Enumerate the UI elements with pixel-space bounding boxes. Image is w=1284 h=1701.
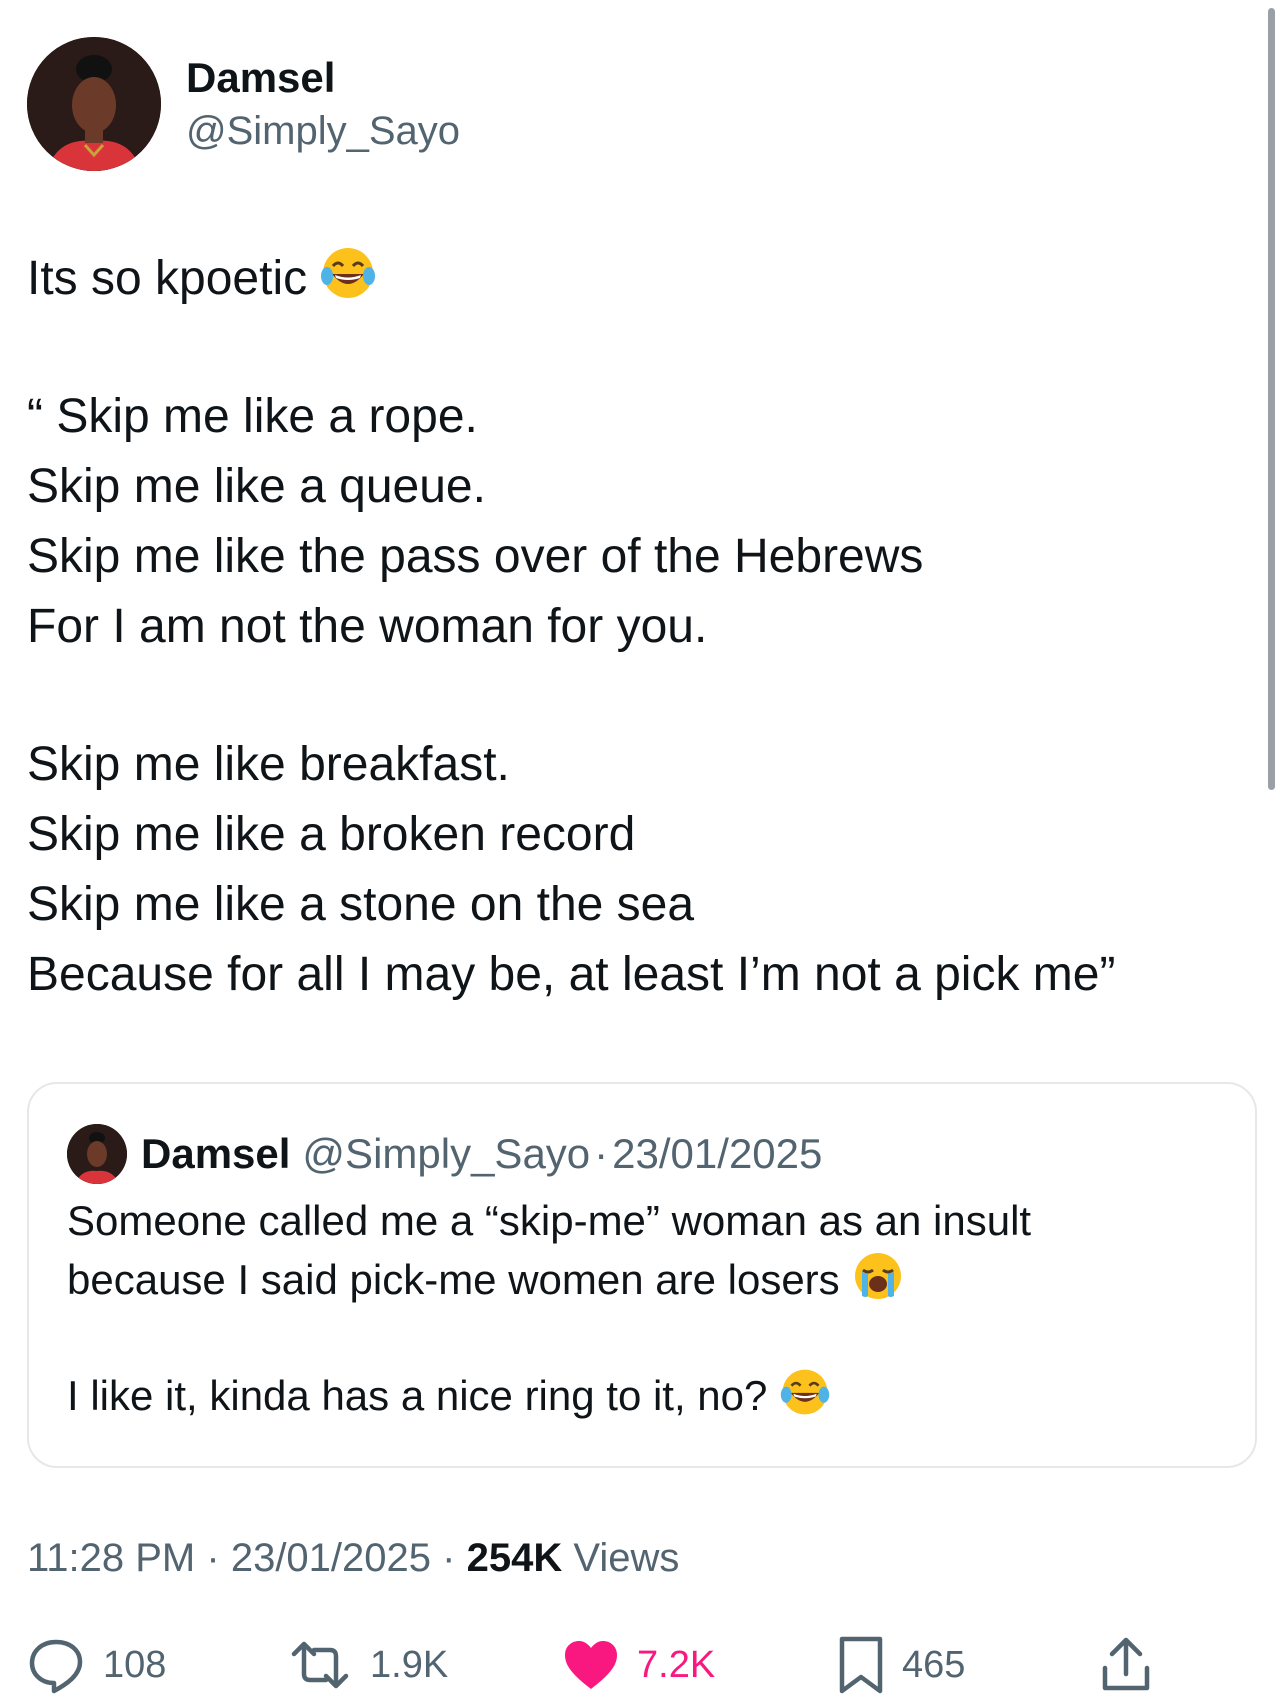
repost-icon bbox=[291, 1641, 349, 1689]
tweet-line: For I am not the woman for you. bbox=[27, 600, 708, 653]
bookmark-button[interactable]: 465 bbox=[838, 1630, 965, 1700]
views-label: Views bbox=[573, 1536, 680, 1580]
meta-separator: · bbox=[206, 1536, 220, 1580]
quoted-display-name: Damsel bbox=[141, 1130, 291, 1177]
quoted-separator: · bbox=[594, 1130, 609, 1177]
tweet-line: Skip me like a broken record bbox=[27, 808, 636, 861]
reply-count: 108 bbox=[103, 1643, 167, 1686]
tweet-line: Skip me like a stone on the sea bbox=[27, 878, 695, 931]
like-button[interactable]: 7.2K bbox=[563, 1630, 715, 1700]
quoted-line: I like it, kinda has a nice ring to it, … bbox=[67, 1366, 1217, 1424]
face-with-tears-of-joy-icon bbox=[319, 244, 377, 322]
repost-button[interactable]: 1.9K bbox=[288, 1630, 448, 1700]
heart-icon bbox=[565, 1641, 617, 1689]
action-bar: 108 1.9K 7.2K 465 bbox=[0, 1630, 1284, 1700]
avatar[interactable] bbox=[27, 37, 161, 171]
reply-icon bbox=[29, 1639, 83, 1694]
tweet-line: Its so kpoetic bbox=[27, 244, 1247, 314]
tweet-meta: 11:28 PM · 23/01/2025 · 254K Views bbox=[27, 1536, 679, 1581]
quoted-text: Someone called me a “skip-me” woman as a… bbox=[67, 1192, 1217, 1424]
handle[interactable]: @Simply_Sayo bbox=[186, 105, 460, 157]
tweet-line: “ Skip me like a rope. bbox=[27, 390, 478, 443]
quoted-handle: @Simply_Sayo bbox=[302, 1130, 591, 1177]
tweet-time[interactable]: 11:28 PM bbox=[27, 1536, 195, 1580]
quoted-line: because I said pick-me women are losers bbox=[67, 1250, 1217, 1308]
bookmark-icon bbox=[839, 1636, 883, 1694]
tweet-header: Damsel @Simply_Sayo bbox=[27, 37, 460, 171]
reply-button[interactable]: 108 bbox=[27, 1630, 166, 1700]
scrollbar[interactable] bbox=[1268, 8, 1275, 790]
like-count: 7.2K bbox=[637, 1643, 716, 1686]
meta-separator: · bbox=[442, 1536, 456, 1580]
display-name[interactable]: Damsel bbox=[186, 51, 460, 105]
quoted-tweet[interactable]: Damsel @Simply_Sayo · 23/01/2025 Someone… bbox=[27, 1082, 1257, 1468]
repost-count: 1.9K bbox=[370, 1643, 449, 1686]
views-count: 254K bbox=[466, 1536, 563, 1580]
quoted-header: Damsel @Simply_Sayo · 23/01/2025 bbox=[67, 1124, 822, 1184]
bookmark-count: 465 bbox=[902, 1643, 966, 1686]
tweet-line: Skip me like a queue. bbox=[27, 460, 486, 513]
tweet-line: Skip me like breakfast. bbox=[27, 738, 510, 791]
tweet-line: Because for all I may be, at least I’m n… bbox=[27, 948, 1116, 1001]
quoted-line: Someone called me a “skip-me” woman as a… bbox=[67, 1197, 1032, 1244]
quoted-date: 23/01/2025 bbox=[612, 1130, 823, 1177]
tweet-line: Skip me like the pass over of the Hebrew… bbox=[27, 530, 924, 583]
quoted-avatar bbox=[67, 1124, 127, 1184]
share-icon bbox=[1102, 1637, 1150, 1691]
face-with-tears-of-joy-icon bbox=[779, 1366, 831, 1433]
share-button[interactable] bbox=[1100, 1630, 1152, 1700]
tweet-text: Its so kpoetic “ Skip me like a rope. Sk… bbox=[27, 244, 1247, 1010]
loudly-crying-face-icon bbox=[852, 1250, 904, 1317]
tweet-date[interactable]: 23/01/2025 bbox=[231, 1536, 431, 1580]
